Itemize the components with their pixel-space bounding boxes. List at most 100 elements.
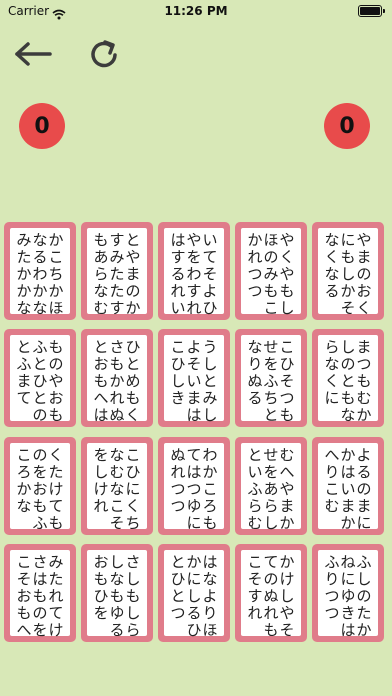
karuta-card[interactable]: さしもしらしなもゆるおもひを bbox=[81, 544, 153, 642]
card-text-column: むへやまか bbox=[279, 446, 295, 532]
card-face: さしもしらしなもゆるおもひを bbox=[87, 550, 147, 639]
card-text-column: かこちかほ bbox=[48, 231, 64, 317]
card-text-column: とおもへは bbox=[93, 338, 109, 424]
card-text-column: やまのおく bbox=[356, 231, 372, 317]
card-text-column: なるわかな bbox=[32, 231, 48, 317]
card-text-column: ぬれつつ bbox=[170, 446, 186, 515]
card-text-column: ものやおも bbox=[48, 338, 64, 424]
karuta-card[interactable]: いてそよひやをわすれはするれい bbox=[158, 222, 230, 320]
card-text-column: ねにゆきは bbox=[340, 553, 356, 639]
karuta-card[interactable]: かこちかほなるわかなみたかかな bbox=[4, 222, 76, 320]
card-text-column: なりぬる bbox=[247, 338, 263, 407]
card-text-column: こひそつも bbox=[279, 338, 295, 424]
card-text-column: ふりつつ bbox=[324, 553, 340, 622]
karuta-card[interactable]: むへやまかせをあらしといふらむ bbox=[235, 437, 307, 535]
card-text-column: よるのまに bbox=[356, 446, 372, 532]
karuta-card[interactable]: かけしやそてのぬれもこそすれ bbox=[235, 544, 307, 642]
card-face: まつもむかしのともならなくに bbox=[318, 335, 378, 424]
card-text-column: とやまのか bbox=[125, 231, 141, 317]
card-text-column: いてそよひ bbox=[202, 231, 218, 317]
card-face: こひにくちなむなこそをしけれ bbox=[87, 443, 147, 532]
card-face: かけしやそてのぬれもこそすれ bbox=[241, 550, 301, 639]
card-face: むへやまかせをあらしといふらむ bbox=[241, 443, 301, 532]
card-text-column: こそすれ bbox=[247, 553, 263, 622]
card-text-column: てのぬれも bbox=[263, 553, 279, 639]
karuta-card[interactable]: やくやもしほのみもこかれつつ bbox=[235, 222, 307, 320]
card-text-column: ひとめもく bbox=[125, 338, 141, 424]
card-text-column: かにしるひ bbox=[186, 553, 202, 639]
card-face: ひとめもくさもかれぬとおもへは bbox=[87, 335, 147, 424]
card-face: いてそよひやをわすれはするれい bbox=[164, 228, 224, 317]
karuta-card[interactable]: やまのおくにもしかそなくなる bbox=[312, 222, 384, 320]
card-text-column: みたかかな bbox=[16, 231, 32, 317]
card-text-column: らなくに bbox=[324, 338, 340, 407]
karuta-card[interactable]: まつもむかしのともならなくに bbox=[312, 329, 384, 427]
card-text-column: すみたたす bbox=[109, 231, 125, 317]
card-face: うしとみしよそいまはこひしき bbox=[164, 335, 224, 424]
card-text-column: まつもむか bbox=[356, 338, 372, 424]
karuta-card[interactable]: とやまのかすみたたすもあらなむ bbox=[81, 222, 153, 320]
card-face: とやまのかすみたたすもあらなむ bbox=[87, 228, 147, 317]
card-text-column: とひとつ bbox=[170, 553, 186, 622]
card-face: みたれてけさはものをこそおもへ bbox=[10, 550, 70, 639]
card-text-column: やくやもし bbox=[279, 231, 295, 317]
card-text-column: くたけても bbox=[48, 446, 64, 532]
card-text-column: へりこむ bbox=[324, 446, 340, 515]
card-face: くたけてものをおもふころかな bbox=[10, 443, 70, 532]
card-face: ふしのたかねにゆきはふりつつ bbox=[318, 550, 378, 639]
card-text-column: おもひを bbox=[93, 553, 109, 622]
card-face: はなよりほかにしるひとひとつ bbox=[164, 550, 224, 639]
card-text-column: こひにくち bbox=[125, 446, 141, 532]
card-text-column: かはいまか bbox=[340, 446, 356, 532]
card-text-column: かけしやそ bbox=[279, 553, 295, 639]
karuta-card[interactable]: ふしのたかねにゆきはふりつつ bbox=[312, 544, 384, 642]
card-text-column: みたれてけ bbox=[48, 553, 64, 639]
card-text-column: しなもゆる bbox=[109, 553, 125, 639]
card-text-column: にもしかそ bbox=[340, 231, 356, 317]
karuta-card[interactable]: ひとめもくさもかれぬとおもへは bbox=[81, 329, 153, 427]
card-face: ものやおもふとひとのとふまて bbox=[10, 335, 70, 424]
card-face: かこちかほなるわかなみたかかな bbox=[10, 228, 70, 317]
card-face: やまのおくにもしかそなくなる bbox=[318, 228, 378, 317]
card-text-column: こそおもへ bbox=[16, 553, 32, 639]
karuta-card[interactable]: こひそつもせをふちとなりぬる bbox=[235, 329, 307, 427]
card-text-column: はするれい bbox=[170, 231, 186, 317]
card-text-column: わかころも bbox=[202, 446, 218, 532]
card-text-column: といふらむ bbox=[247, 446, 263, 532]
card-text-column: なくなる bbox=[324, 231, 340, 300]
card-face: やくやもしほのみもこかれつつ bbox=[241, 228, 301, 317]
card-text-column: ほのみもこ bbox=[263, 231, 279, 317]
card-text-column: かれつつ bbox=[247, 231, 263, 300]
card-text-column: せをあらし bbox=[263, 446, 279, 532]
card-text-column: もあらなむ bbox=[93, 231, 109, 317]
card-text-column: をしけれ bbox=[93, 446, 109, 515]
karuta-card[interactable]: くたけてものをおもふころかな bbox=[4, 437, 76, 535]
card-text-column: さしもしら bbox=[125, 553, 141, 639]
karuta-card[interactable]: みたれてけさはものをこそおもへ bbox=[4, 544, 76, 642]
card-grid: かこちかほなるわかなみたかかなとやまのかすみたたすもあらなむいてそよひやをわすれ… bbox=[0, 0, 392, 696]
card-text-column: よそいまは bbox=[186, 338, 202, 424]
card-text-column: なむなこそ bbox=[109, 446, 125, 532]
card-text-column: せをふちと bbox=[263, 338, 279, 424]
card-text-column: のをおもふ bbox=[32, 446, 48, 532]
card-face: よるのまにかはいまかへりこむ bbox=[318, 443, 378, 532]
card-text-column: ころかな bbox=[16, 446, 32, 515]
card-text-column: さもかれぬ bbox=[109, 338, 125, 424]
karuta-card[interactable]: わかころもてはつゆにぬれつつ bbox=[158, 437, 230, 535]
card-face: わかころもてはつゆにぬれつつ bbox=[164, 443, 224, 532]
card-face: こひそつもせをふちとなりぬる bbox=[241, 335, 301, 424]
karuta-card[interactable]: こひにくちなむなこそをしけれ bbox=[81, 437, 153, 535]
karuta-card[interactable]: ものやおもふとひとのとふまて bbox=[4, 329, 76, 427]
card-text-column: とふまて bbox=[16, 338, 32, 407]
card-text-column: はなよりほ bbox=[202, 553, 218, 639]
card-text-column: てはつゆに bbox=[186, 446, 202, 532]
karuta-card[interactable]: よるのまにかはいまかへりこむ bbox=[312, 437, 384, 535]
karuta-card[interactable]: うしとみしよそいまはこひしき bbox=[158, 329, 230, 427]
card-text-column: こひしき bbox=[170, 338, 186, 407]
card-text-column: やをわすれ bbox=[186, 231, 202, 317]
karuta-card[interactable]: はなよりほかにしるひとひとつ bbox=[158, 544, 230, 642]
card-text-column: ふしのたか bbox=[356, 553, 372, 639]
card-text-column: ふとひとの bbox=[32, 338, 48, 424]
card-text-column: しのともな bbox=[340, 338, 356, 424]
card-text-column: さはものを bbox=[32, 553, 48, 639]
